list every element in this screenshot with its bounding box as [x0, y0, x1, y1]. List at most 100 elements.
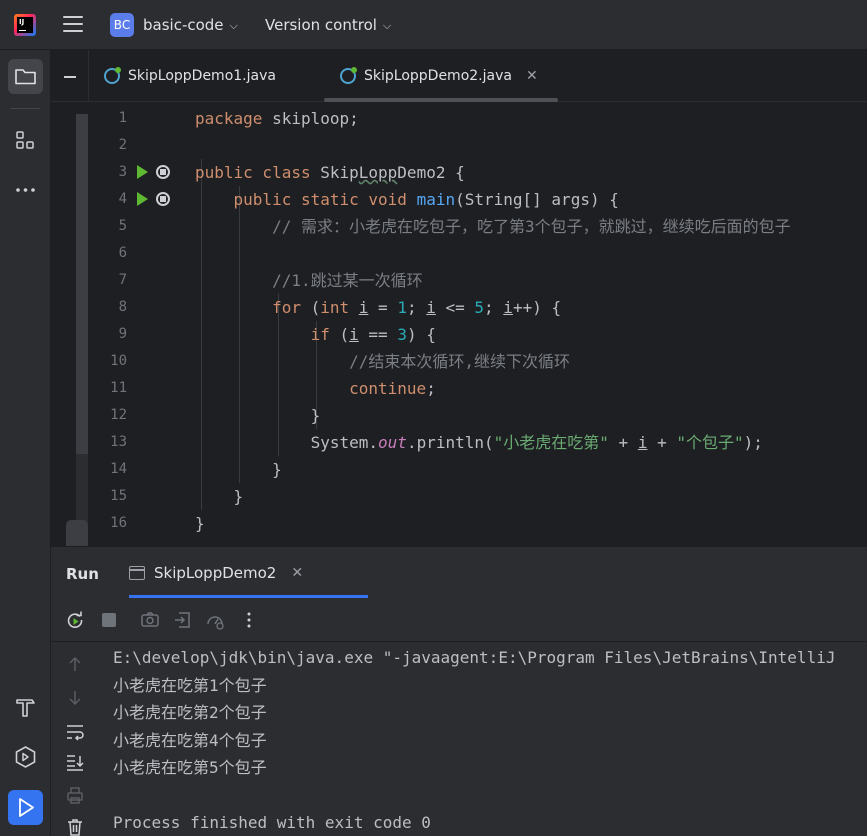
line-number: 2	[118, 137, 127, 153]
line-number: 8	[118, 299, 127, 315]
more-tools-button[interactable]	[8, 173, 43, 208]
code-token: continue	[195, 379, 427, 398]
kebab-icon[interactable]	[239, 610, 259, 630]
code-line[interactable]: //1.跳过某一次循环	[195, 267, 423, 294]
code-token: "个包子"	[676, 433, 744, 452]
code-token: 3	[397, 325, 407, 344]
code-token: public static void	[195, 190, 417, 209]
line-number: 5	[118, 218, 127, 234]
trash-icon[interactable]	[65, 817, 85, 836]
code-token: }	[195, 514, 205, 533]
code-line[interactable]: if (i == 3) {	[195, 321, 436, 348]
console-side-toolbar	[51, 642, 99, 836]
line-number: 15	[110, 488, 127, 504]
code-token: ) {	[406, 325, 436, 344]
project-tool-button[interactable]	[8, 59, 43, 94]
collapse-button[interactable]	[51, 50, 89, 102]
run-tool-button[interactable]	[8, 790, 43, 825]
code-line[interactable]: }	[195, 456, 282, 483]
intellij-logo-icon[interactable]: IJ	[14, 14, 36, 36]
close-icon[interactable]: ✕	[526, 68, 538, 84]
code-token: }	[195, 460, 282, 479]
code-token: "小老虎在吃第"	[493, 433, 609, 452]
run-tab-skiploppdemo2[interactable]: SkipLoppDemo2 ✕	[129, 547, 303, 599]
code-token: for	[195, 298, 311, 317]
build-tool-button[interactable]	[8, 690, 43, 725]
arrow-down-icon[interactable]	[65, 688, 85, 708]
code-token: out	[378, 433, 407, 452]
code-token: +	[647, 433, 677, 452]
code-line[interactable]: }	[195, 402, 321, 429]
run-toolbar	[51, 598, 867, 642]
camera-icon[interactable]	[140, 610, 160, 630]
stop-icon[interactable]	[99, 610, 119, 630]
breakpoint-icon[interactable]	[156, 192, 170, 206]
line-number: 10	[110, 353, 127, 369]
structure-icon	[16, 131, 34, 149]
console-line: 小老虎在吃第2个包子	[113, 703, 267, 722]
line-number: 4	[118, 191, 127, 207]
editor-tab-bar: SkipLoppDemo1.java SkipLoppDemo2.java ✕	[51, 50, 867, 102]
code-line[interactable]: }	[195, 483, 244, 510]
breakpoint-icon[interactable]	[156, 165, 170, 179]
hamburger-icon[interactable]	[63, 16, 83, 34]
code-line[interactable]: continue;	[195, 375, 436, 402]
code-line[interactable]: public static void main(String[] args) {	[195, 186, 619, 213]
code-token: if	[195, 325, 340, 344]
line-number: 16	[110, 515, 127, 531]
code-line[interactable]: System.out.println("小老虎在吃第" + i + "个包子")…	[195, 429, 763, 456]
code-line[interactable]: }	[195, 510, 205, 537]
soft-wrap-icon[interactable]	[65, 722, 85, 742]
tab-skiploppdemo2[interactable]: SkipLoppDemo2.java ✕	[340, 50, 538, 102]
services-tool-button[interactable]	[8, 740, 43, 775]
code-editor[interactable]: package skiploop; public class SkipLoppDe…	[195, 102, 867, 545]
close-icon[interactable]: ✕	[291, 565, 303, 581]
code-line[interactable]: for (int i = 1; i <= 5; i++) {	[195, 294, 561, 321]
left-tool-strip	[0, 50, 51, 836]
code-token: skiploop;	[272, 109, 359, 128]
run-gutter-icon[interactable]	[137, 192, 148, 206]
run-tab-label: SkipLoppDemo2	[154, 564, 277, 582]
code-line[interactable]: // 需求：小老虎在吃包子，吃了第3个包子，就跳过，继续吃后面的包子	[195, 213, 791, 240]
print-icon[interactable]	[65, 785, 85, 805]
line-number: 1	[118, 110, 127, 126]
code-line[interactable]: package skiploop;	[195, 105, 359, 132]
line-number: 14	[110, 461, 127, 477]
console-output[interactable]: E:\develop\jdk\bin\java.exe "-javaagent:…	[99, 642, 867, 836]
project-badge[interactable]: BC	[110, 13, 134, 37]
code-token: (	[339, 325, 350, 344]
profiler-icon[interactable]	[205, 610, 225, 630]
tab-skiploppdemo1[interactable]: SkipLoppDemo1.java	[104, 50, 276, 102]
exit-icon[interactable]	[173, 610, 193, 630]
code-token: i	[358, 298, 369, 317]
chevron-down-icon: ⌵	[229, 19, 238, 32]
project-selector[interactable]: basic-code ⌵	[143, 16, 238, 34]
title-bar: IJ BC basic-code ⌵ Version control ⌵	[0, 0, 867, 50]
console-icon	[129, 566, 145, 580]
structure-tool-button[interactable]	[8, 123, 43, 158]
code-token: Demo2 {	[397, 163, 465, 182]
code-token: public class	[195, 163, 321, 182]
code-line[interactable]: //结束本次循环,继续下次循环	[195, 348, 570, 375]
project-name: basic-code	[143, 16, 224, 34]
gutter-scroll-thumb[interactable]	[76, 114, 88, 454]
code-line[interactable]: public class SkipLoppDemo2 {	[195, 159, 465, 186]
code-token: 5	[474, 298, 485, 317]
scroll-to-end-icon[interactable]	[65, 752, 85, 772]
rerun-icon[interactable]	[65, 610, 85, 630]
vcs-selector[interactable]: Version control ⌵	[265, 16, 391, 34]
code-token: System.	[195, 433, 379, 452]
strip-divider	[10, 108, 40, 109]
run-gutter-icon[interactable]	[137, 165, 148, 179]
editor-area: SkipLoppDemo1.java SkipLoppDemo2.java ✕ …	[51, 50, 867, 557]
code-token: ++) {	[512, 298, 562, 317]
code-token: +	[608, 433, 638, 452]
logo-text: IJ	[19, 18, 25, 26]
code-token: ;	[484, 298, 504, 317]
line-number: 12	[110, 407, 127, 423]
arrow-up-icon[interactable]	[65, 654, 85, 674]
code-token: package	[195, 109, 273, 128]
console-line: Process finished with exit code 0	[113, 813, 431, 832]
java-class-icon	[340, 67, 357, 84]
code-token: i	[426, 298, 436, 317]
